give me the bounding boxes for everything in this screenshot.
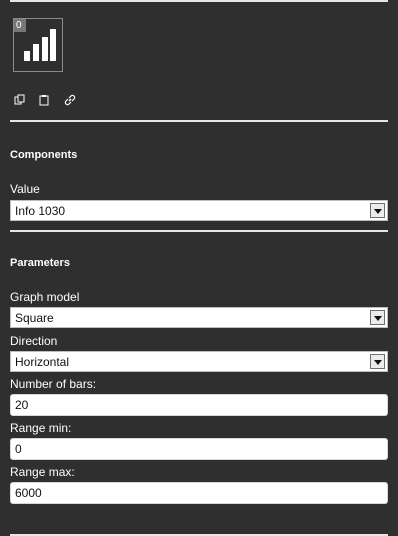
direction-select[interactable]: Horizontal — [10, 351, 388, 372]
chevron-down-icon[interactable] — [370, 310, 385, 325]
parameters-heading: Parameters — [10, 257, 70, 269]
direction-label: Direction — [10, 334, 58, 348]
range-min-input[interactable] — [10, 438, 388, 460]
number-of-bars-label: Number of bars: — [10, 377, 97, 391]
graph-model-label: Graph model — [10, 290, 80, 304]
number-of-bars-input[interactable] — [10, 394, 388, 416]
direction-selected-text: Horizontal — [15, 355, 70, 369]
top-divider — [10, 0, 388, 2]
link-icon[interactable] — [64, 94, 76, 106]
range-min-label: Range min: — [10, 421, 72, 435]
section-divider — [10, 120, 388, 122]
preview-tile[interactable]: 0 — [13, 18, 63, 72]
range-max-input[interactable] — [10, 482, 388, 504]
bar-chart-icon — [24, 29, 56, 61]
chevron-down-icon[interactable] — [370, 354, 385, 369]
graph-model-selected-text: Square — [15, 311, 54, 325]
copy-icon[interactable] — [14, 94, 26, 106]
clipboard-icon[interactable] — [38, 94, 50, 106]
range-max-label: Range max: — [10, 465, 75, 479]
components-heading: Components — [10, 149, 78, 161]
value-select[interactable]: Info 1030 — [10, 200, 388, 221]
value-label: Value — [10, 182, 40, 196]
section-divider — [10, 230, 388, 232]
graph-model-select[interactable]: Square — [10, 307, 388, 328]
value-selected-text: Info 1030 — [15, 204, 66, 218]
chevron-down-icon[interactable] — [370, 203, 385, 218]
